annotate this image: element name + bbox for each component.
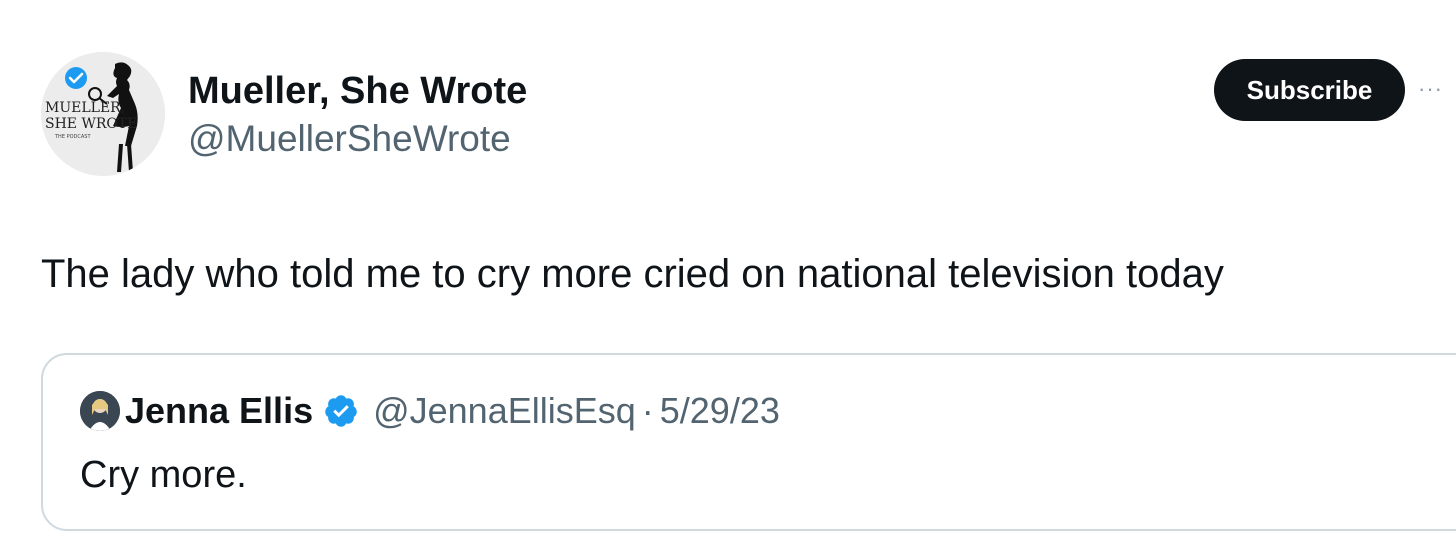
quoted-author-name[interactable]: Jenna Ellis [125, 387, 313, 435]
person-photo-icon [80, 391, 120, 431]
quoted-tweet-text: Cry more. [80, 454, 247, 496]
quoted-tweet-header: Jenna Ellis @JennaEllisEsq · 5/29/23 [125, 387, 780, 435]
quoted-tweet-card[interactable]: Jenna Ellis @JennaEllisEsq · 5/29/23 Cry… [41, 353, 1456, 531]
header-separator: · [641, 390, 654, 431]
quoted-author-avatar[interactable] [80, 391, 120, 431]
subscribe-button[interactable]: Subscribe [1214, 59, 1405, 121]
avatar-logo-line3: THE PODCAST [54, 134, 91, 140]
quoted-author-handle[interactable]: @JennaEllisEsq [373, 387, 636, 435]
avatar-logo-line2: SHE WROTE [45, 116, 137, 132]
tweet-text: The lady who told me to cry more cried o… [41, 252, 1224, 296]
avatar-logo-line1: MUELLER, [45, 100, 125, 116]
more-options-icon[interactable]: ··· [1418, 74, 1456, 104]
quoted-tweet-date[interactable]: 5/29/23 [660, 387, 780, 435]
podcast-logo-icon: MUELLER, SHE WROTE THE PODCAST [41, 52, 165, 176]
author-name[interactable]: Mueller, She Wrote [188, 68, 527, 114]
verified-badge-icon [323, 393, 359, 429]
author-avatar[interactable]: MUELLER, SHE WROTE THE PODCAST [41, 52, 165, 176]
author-handle[interactable]: @MuellerSheWrote [188, 116, 511, 162]
